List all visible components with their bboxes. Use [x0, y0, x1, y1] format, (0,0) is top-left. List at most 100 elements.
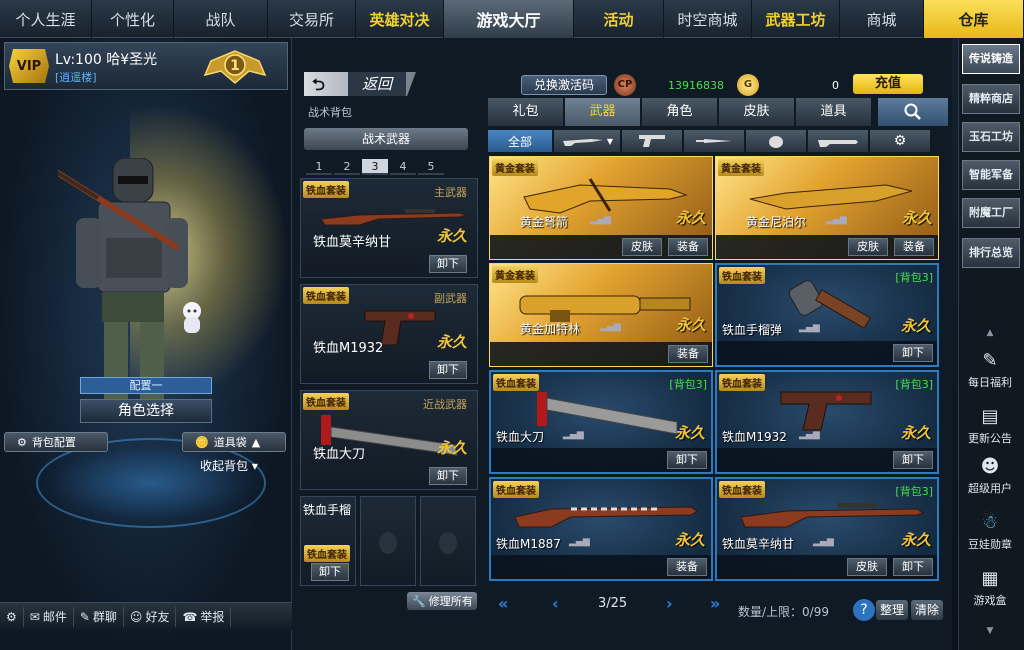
inventory-card[interactable]: 铁血套装 [背包3] 铁血大刀 ▂▄▆ 永久 卸下	[489, 370, 713, 474]
inventory-card[interactable]: 黄金套装 黄金加特林 ▂▄▆ 永久 装备	[489, 263, 713, 367]
unequip-button[interactable]: 卸下	[429, 255, 467, 273]
empty-slot[interactable]	[420, 496, 476, 586]
inventory-card[interactable]: 黄金套装 黄金尼泊尔 ▂▄▆ 永久 皮肤 装备	[715, 156, 939, 260]
unequip-button[interactable]: 卸下	[429, 361, 467, 379]
next-page-icon[interactable]: ›	[666, 594, 673, 613]
tab-exchange[interactable]: 交易所	[268, 0, 356, 38]
bag-config-button[interactable]: ⚙ 背包配置	[4, 432, 108, 452]
group-chat-button[interactable]: ✎ 群聊	[74, 606, 124, 627]
tab-warehouse[interactable]: 仓库	[924, 0, 1024, 38]
inventory-card[interactable]: 铁血套装 [背包3] 铁血莫辛纳甘 ▂▄▆ 永久 皮肤 卸下	[715, 477, 939, 581]
equip-button[interactable]: 装备	[668, 238, 708, 256]
prev-page-icon[interactable]: ‹	[552, 594, 559, 613]
filter-settings[interactable]: ⚙	[870, 130, 930, 152]
unequip-button[interactable]: 卸下	[893, 558, 933, 576]
bag-page-tab[interactable]: 1	[306, 159, 332, 175]
secondary-weapon-slot[interactable]: 铁血套装 副武器 铁血M1932 永久 卸下	[300, 284, 478, 384]
doll-medal-link[interactable]: ☃ 豆娃勋章	[960, 512, 1020, 552]
durability-icon: ▂▄▆	[563, 430, 584, 440]
unequip-button[interactable]: 卸下	[311, 563, 349, 581]
report-label: 举报	[200, 610, 225, 624]
filter-grenades[interactable]	[746, 130, 806, 152]
tab-game-lobby[interactable]: 游戏大厅	[444, 0, 574, 38]
inventory-card[interactable]: 黄金套装 黄金弩箭 ▂▄▆ 永久 皮肤 装备	[489, 156, 713, 260]
back-button[interactable]: ⮌ 返回	[304, 72, 416, 96]
tab-career[interactable]: 个人生涯	[0, 0, 92, 38]
filter-pistols[interactable]	[622, 130, 682, 152]
last-page-icon[interactable]: »	[710, 594, 720, 613]
equip-button[interactable]: 装备	[894, 238, 934, 256]
tab-items[interactable]: 道具	[796, 98, 871, 126]
filter-rifles[interactable]: ▼	[554, 130, 620, 152]
sidebar-legend-forge[interactable]: 传说铸造	[962, 44, 1020, 74]
tab-gift-packs[interactable]: 礼包	[488, 98, 563, 126]
sort-button[interactable]: 整理	[876, 600, 908, 620]
scroll-down-icon[interactable]: ▼	[960, 626, 1020, 636]
melee-weapon-slot[interactable]: 铁血套装 近战武器 铁血大刀 永久 卸下	[300, 390, 478, 490]
bag-page-tab[interactable]: 2	[334, 159, 360, 175]
equip-button[interactable]: 装备	[668, 345, 708, 363]
sidebar-essence-shop[interactable]: 精粹商店	[962, 84, 1020, 114]
tab-weapon-workshop[interactable]: 武器工坊	[752, 0, 840, 38]
settings-button[interactable]: ⚙	[0, 606, 24, 627]
repair-all-button[interactable]: 🔧 修理所有	[407, 592, 477, 610]
empty-slot[interactable]	[360, 496, 416, 586]
scroll-up-icon[interactable]: ▲	[960, 328, 1020, 338]
report-button[interactable]: ☎ 举报	[176, 606, 232, 627]
unequip-button[interactable]: 卸下	[429, 467, 467, 485]
loadout-config-label[interactable]: 配置一	[80, 377, 212, 394]
skin-button[interactable]: 皮肤	[848, 238, 888, 256]
tab-characters[interactable]: 角色	[642, 98, 717, 126]
bag-page-tab-active[interactable]: 3	[362, 159, 388, 175]
bag-page-tab[interactable]: 5	[418, 159, 444, 175]
filter-melee[interactable]	[684, 130, 744, 152]
inventory-card[interactable]: 铁血套装 铁血M1887 ▂▄▆ 永久 装备	[489, 477, 713, 581]
primary-weapon-slot[interactable]: 铁血套装 主武器 铁血莫辛纳甘 永久 卸下	[300, 178, 478, 278]
redeem-code-button[interactable]: 兑换激活码	[521, 75, 607, 95]
filter-special[interactable]	[808, 130, 868, 152]
tab-hero-duel[interactable]: 英雄对决	[356, 0, 444, 38]
tab-mall[interactable]: 商城	[840, 0, 924, 38]
tab-events[interactable]: 活动	[574, 0, 664, 38]
collapse-bag-button[interactable]: 收起背包 ▾	[200, 457, 258, 474]
mail-button[interactable]: ✉ 邮件	[24, 606, 74, 627]
skin-button[interactable]: 皮肤	[622, 238, 662, 256]
unequip-button[interactable]: 卸下	[667, 451, 707, 469]
first-page-icon[interactable]: «	[498, 594, 508, 613]
bag-page-tab[interactable]: 4	[390, 159, 416, 175]
durability-icon: ▂▄▆	[813, 537, 834, 547]
super-user-link[interactable]: ☻ 超级用户	[960, 456, 1020, 496]
sidebar-rankings[interactable]: 排行总览	[962, 238, 1020, 268]
back-label: 返回	[348, 72, 406, 96]
tactical-weapons-header[interactable]: 战术武器	[304, 128, 468, 150]
collapse-bag-label: 收起背包	[200, 459, 249, 473]
tab-clan[interactable]: 战队	[174, 0, 268, 38]
sidebar-jade-workshop[interactable]: 玉石工坊	[962, 122, 1020, 152]
player-guild[interactable]: [逍遥楼]	[55, 69, 97, 85]
game-box-link[interactable]: ▦ 游戏盒	[960, 568, 1020, 608]
equip-button[interactable]: 装备	[667, 558, 707, 576]
tab-time-mall[interactable]: 时空商城	[664, 0, 752, 38]
search-button[interactable]	[878, 98, 948, 126]
coins-icon: 🪙	[195, 435, 209, 449]
sidebar-enchant-factory[interactable]: 附魔工厂	[962, 198, 1020, 228]
tab-personalize[interactable]: 个性化	[92, 0, 174, 38]
unequip-button[interactable]: 卸下	[893, 344, 933, 362]
grenade-slot[interactable]: 铁血手榴 铁血套装 卸下	[300, 496, 356, 586]
filter-all[interactable]: 全部	[488, 130, 552, 152]
daily-rewards-link[interactable]: ✎ 每日福利	[960, 350, 1020, 390]
unequip-button[interactable]: 卸下	[893, 451, 933, 469]
clear-button[interactable]: 清除	[911, 600, 943, 620]
item-bag-button[interactable]: 🪙 道具袋 ▲	[182, 432, 286, 452]
update-notice-link[interactable]: ▤ 更新公告	[960, 406, 1020, 446]
recharge-button[interactable]: 充值	[853, 74, 923, 94]
tab-skins[interactable]: 皮肤	[719, 98, 794, 126]
friends-button[interactable]: ☺ 好友	[124, 606, 177, 627]
role-select-button[interactable]: 角色选择	[80, 399, 212, 423]
sidebar-smart-arsenal[interactable]: 智能军备	[962, 160, 1020, 190]
help-button[interactable]: ?	[853, 599, 875, 621]
skin-button[interactable]: 皮肤	[847, 558, 887, 576]
inventory-card[interactable]: 铁血套装 [背包3] 铁血手榴弹 ▂▄▆ 永久 卸下	[715, 263, 939, 367]
tab-weapons[interactable]: 武器	[565, 98, 640, 126]
inventory-card[interactable]: 铁血套装 [背包3] 铁血M1932 ▂▄▆ 永久 卸下	[715, 370, 939, 474]
